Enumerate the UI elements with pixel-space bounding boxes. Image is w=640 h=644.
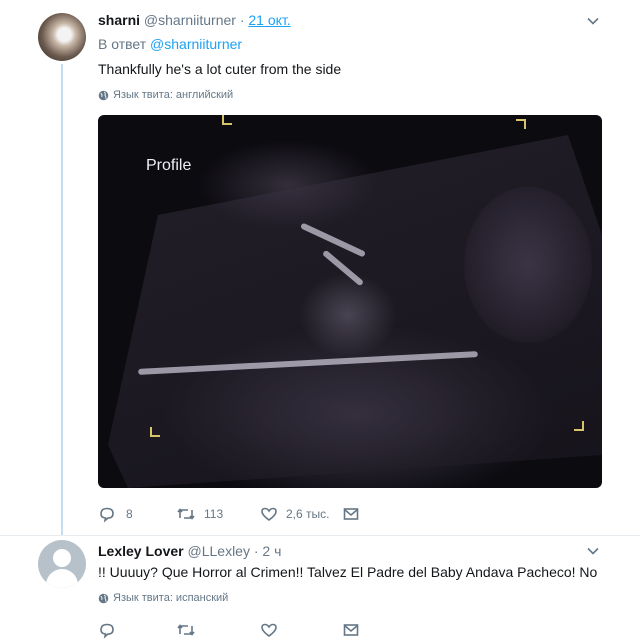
retweet-count: 113 [204, 507, 224, 521]
reply-mention-link[interactable]: @sharniiturner [150, 36, 242, 52]
separator-dot: · [253, 543, 259, 559]
tweet-language-label: Язык твита: английский [113, 89, 234, 101]
timestamp-link[interactable]: 2 ч [262, 543, 281, 559]
like-icon [261, 507, 277, 521]
tweet-header: sharni @sharniiturner · 21 окт. [98, 12, 291, 28]
reply-prefix: В ответ [98, 36, 147, 52]
direct-message-icon [343, 624, 359, 636]
like-icon [261, 623, 277, 637]
tweet-media-image[interactable]: Profile [98, 115, 602, 488]
reply-button[interactable]: 8 [98, 505, 176, 523]
tweet-language: Язык твита: английский [98, 89, 233, 101]
retweet-button[interactable]: 113 [176, 505, 260, 523]
scan-marker [516, 119, 526, 129]
reply-context: В ответ @sharniiturner [98, 36, 242, 52]
chevron-down-icon[interactable] [586, 544, 600, 558]
direct-message-button[interactable] [342, 621, 360, 639]
user-handle[interactable]: @sharniiturner [144, 12, 236, 28]
globe-icon [98, 90, 109, 100]
reply-button[interactable] [98, 621, 176, 639]
reply-icon [100, 623, 114, 639]
like-button[interactable] [260, 621, 342, 639]
chevron-down-icon[interactable] [586, 14, 600, 28]
direct-message-icon [343, 508, 359, 520]
scan-marker [222, 115, 232, 125]
retweet-icon [177, 624, 195, 636]
user-name[interactable]: sharni [98, 12, 140, 28]
tweet-language-label: Язык твита: испанский [113, 592, 229, 604]
globe-icon [98, 593, 109, 603]
like-button[interactable]: 2,6 тыс. [260, 505, 342, 523]
thread-line [61, 64, 63, 536]
avatar[interactable] [38, 540, 86, 588]
timestamp-link[interactable]: 21 окт. [248, 12, 290, 28]
default-avatar-head [53, 549, 71, 567]
tweet-text: !! Uuuuy? Que Horror al Crimen!! Talvez … [98, 564, 598, 580]
tweet[interactable]: Lexley Lover @LLexley · 2 ч !! Uuuuy? Qu… [0, 536, 640, 644]
separator-dot: · [239, 12, 245, 28]
tweet[interactable]: sharni @sharniiturner · 21 окт. В ответ … [0, 0, 640, 536]
scan-marker [150, 427, 160, 437]
tweet-actions: 8 113 2,6 тыс. [98, 505, 360, 523]
scan-marker [574, 421, 584, 431]
user-handle[interactable]: @LLexley [188, 543, 250, 559]
reply-icon [100, 507, 114, 523]
like-count: 2,6 тыс. [286, 507, 330, 521]
tweet-language: Язык твита: испанский [98, 592, 228, 604]
tweet-text: Thankfully he's a lot cuter from the sid… [98, 61, 342, 77]
tweet-header: Lexley Lover @LLexley · 2 ч [98, 543, 281, 559]
tweet-actions [98, 621, 360, 639]
media-overlay-label: Profile [146, 157, 192, 174]
direct-message-button[interactable] [342, 505, 360, 523]
avatar[interactable] [38, 13, 86, 61]
retweet-button[interactable] [176, 621, 260, 639]
default-avatar-body [46, 569, 78, 588]
user-name[interactable]: Lexley Lover [98, 543, 184, 559]
reply-count: 8 [126, 507, 133, 521]
retweet-icon [177, 508, 195, 520]
